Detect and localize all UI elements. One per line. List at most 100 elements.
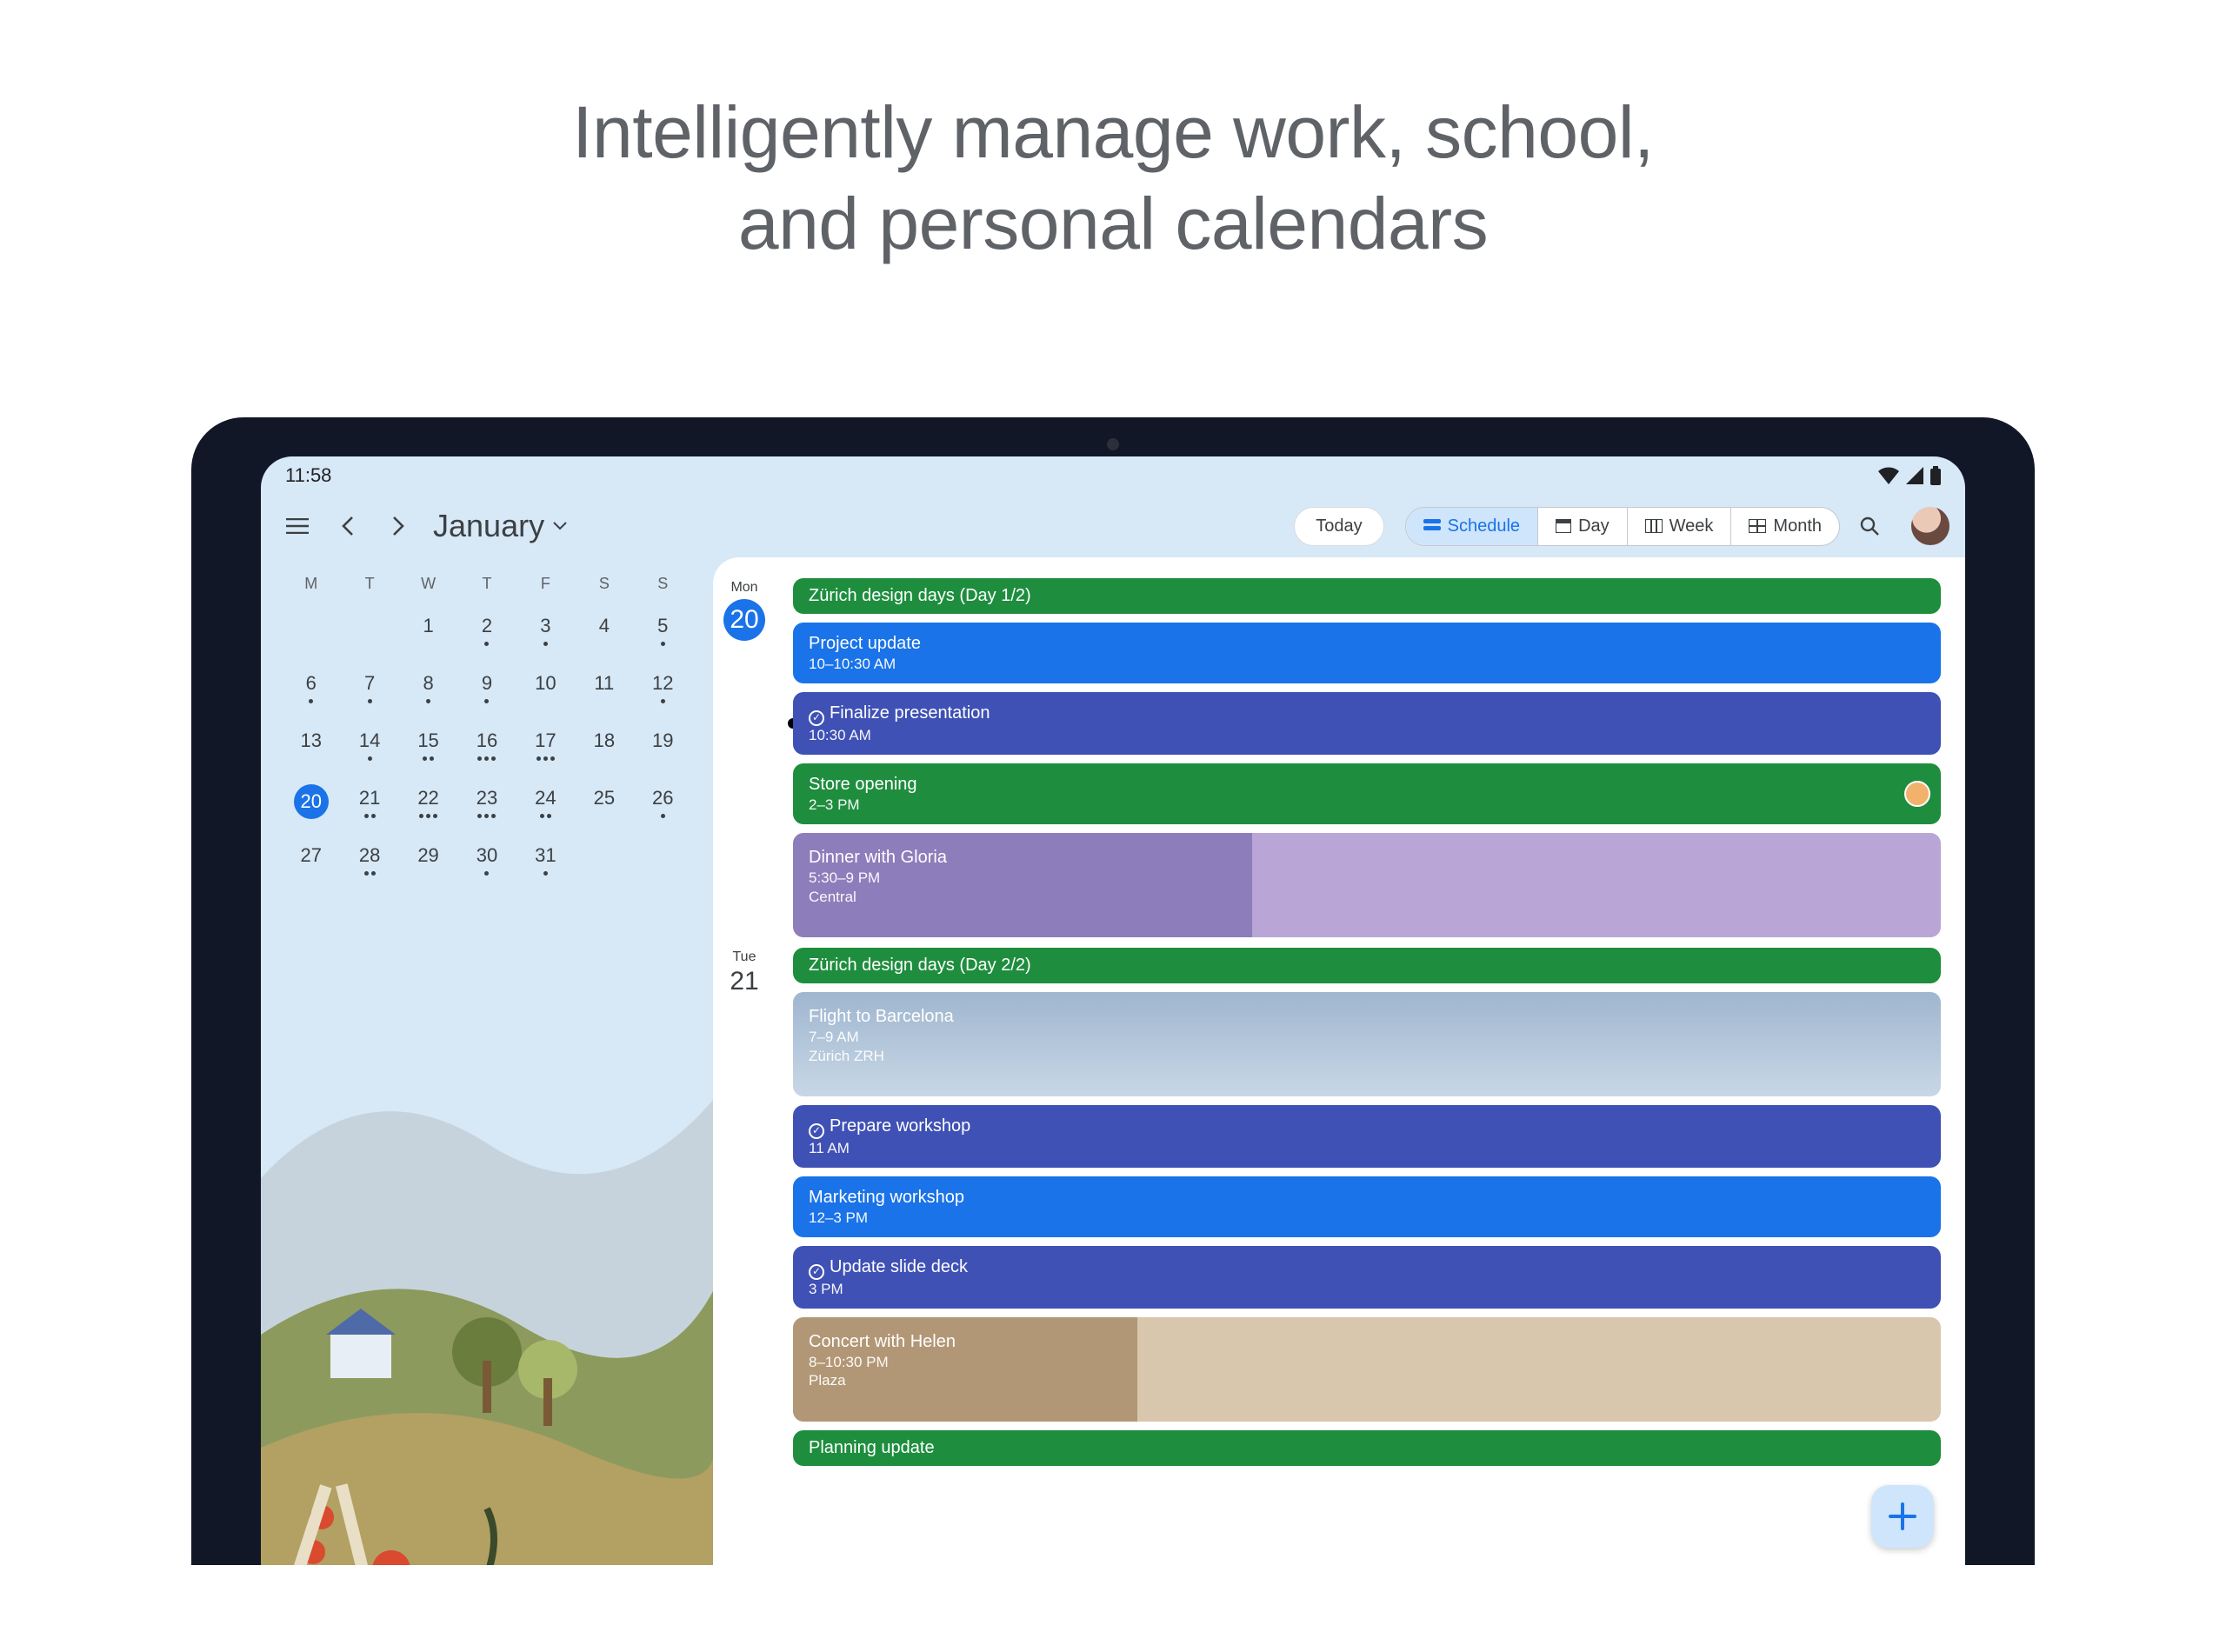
- event-card[interactable]: ✓Prepare workshop11 AM: [793, 1105, 1941, 1168]
- menu-button[interactable]: [277, 505, 318, 547]
- mini-calendar-day[interactable]: 7: [340, 669, 398, 708]
- mini-calendar-day[interactable]: 25: [575, 784, 633, 823]
- mini-calendar-day[interactable]: 2: [457, 612, 516, 650]
- view-week[interactable]: Week: [1627, 508, 1731, 545]
- mini-calendar-day[interactable]: 31: [517, 842, 575, 880]
- event-time: 10–10:30 AM: [809, 655, 1925, 673]
- month-selector[interactable]: January: [433, 508, 567, 544]
- event-card[interactable]: Dinner with Gloria5:30–9 PMCentral: [793, 833, 1941, 937]
- event-card[interactable]: Zürich design days (Day 1/2): [793, 578, 1941, 614]
- day-icon: [1556, 519, 1571, 533]
- mini-calendar-day-number: 26: [652, 784, 673, 812]
- mini-calendar-day[interactable]: 9: [457, 669, 516, 708]
- mini-calendar-day[interactable]: 4: [575, 612, 633, 650]
- event-card[interactable]: Project update10–10:30 AM: [793, 623, 1941, 683]
- mini-calendar-day-number: 21: [359, 784, 380, 812]
- mini-calendar-day[interactable]: 15: [399, 727, 457, 765]
- schedule-daynum: 20: [723, 599, 765, 641]
- mini-calendar-day[interactable]: 1: [399, 612, 457, 650]
- event-dots: [368, 699, 372, 703]
- mini-calendar-day-number: 6: [306, 669, 317, 697]
- caret-down-icon: [553, 522, 567, 530]
- mini-calendar-day-number: 23: [477, 784, 497, 812]
- mini-calendar-day[interactable]: 18: [575, 727, 633, 765]
- mini-calendar-day[interactable]: 8: [399, 669, 457, 708]
- mini-calendar-dow: W: [399, 575, 457, 593]
- mini-calendar-day[interactable]: 5: [634, 612, 692, 650]
- chevron-left-icon: [342, 516, 354, 536]
- mini-calendar-day-number: 13: [300, 727, 321, 755]
- mini-calendar-day[interactable]: 11: [575, 669, 633, 708]
- account-avatar[interactable]: [1911, 507, 1949, 545]
- mini-calendar-day[interactable]: 16: [457, 727, 516, 765]
- prev-button[interactable]: [327, 505, 369, 547]
- event-card[interactable]: Flight to Barcelona7–9 AMZürich ZRH: [793, 992, 1941, 1096]
- mini-calendar-dow: M: [282, 575, 340, 593]
- mini-calendar-day[interactable]: 10: [517, 669, 575, 708]
- schedule-icon: [1423, 519, 1441, 533]
- create-event-fab[interactable]: [1871, 1485, 1934, 1548]
- mini-calendar-day[interactable]: 19: [634, 727, 692, 765]
- mini-calendar-day[interactable]: 3: [517, 612, 575, 650]
- event-card[interactable]: ✓Update slide deck3 PM: [793, 1246, 1941, 1309]
- event-card[interactable]: ✓Finalize presentation10:30 AM: [793, 692, 1941, 755]
- event-time: 3 PM: [809, 1280, 1925, 1298]
- mini-calendar-day-number: 20: [294, 784, 329, 819]
- mini-calendar-day[interactable]: 13: [282, 727, 340, 765]
- mini-calendar-day[interactable]: 22: [399, 784, 457, 823]
- view-schedule[interactable]: Schedule: [1406, 508, 1537, 545]
- mini-calendar-day: [340, 612, 398, 650]
- mini-calendar-day-number: 4: [599, 612, 610, 640]
- view-month[interactable]: Month: [1730, 508, 1839, 545]
- mini-calendar-day[interactable]: 12: [634, 669, 692, 708]
- mini-calendar-day[interactable]: 6: [282, 669, 340, 708]
- battery-icon: [1930, 466, 1941, 485]
- today-button[interactable]: Today: [1294, 507, 1383, 546]
- event-title: Zürich design days (Day 2/2): [809, 955, 1925, 976]
- event-card[interactable]: Concert with Helen8–10:30 PMPlaza: [793, 1317, 1941, 1422]
- event-card[interactable]: Planning update: [793, 1430, 1941, 1466]
- search-button[interactable]: [1849, 505, 1890, 547]
- next-button[interactable]: [377, 505, 419, 547]
- schedule-day: Mon20 Zürich design days (Day 1/2) Project…: [713, 578, 1941, 937]
- mini-calendar-day[interactable]: 26: [634, 784, 692, 823]
- mini-calendar-day-number: 12: [652, 669, 673, 697]
- mini-calendar-day[interactable]: 23: [457, 784, 516, 823]
- event-card[interactable]: Store opening2–3 PM: [793, 763, 1941, 824]
- task-check-icon: ✓: [809, 1264, 824, 1280]
- mini-calendar-day[interactable]: 28: [340, 842, 398, 880]
- event-time: 8–10:30 PM: [809, 1353, 1925, 1371]
- event-card[interactable]: Zürich design days (Day 2/2): [793, 948, 1941, 983]
- event-card[interactable]: Marketing workshop12–3 PM: [793, 1176, 1941, 1237]
- event-dots: [540, 814, 551, 818]
- event-dots: [309, 699, 313, 703]
- view-week-label: Week: [1670, 516, 1714, 536]
- mini-calendar-day[interactable]: 17: [517, 727, 575, 765]
- event-title: Project update: [809, 633, 1925, 655]
- event-dots: [661, 699, 665, 703]
- schedule-day-label[interactable]: Tue21: [713, 948, 776, 1466]
- mini-calendar-day-number: 24: [535, 784, 556, 812]
- mini-calendar-day[interactable]: 24: [517, 784, 575, 823]
- mini-calendar-day[interactable]: 21: [340, 784, 398, 823]
- mini-calendar-day[interactable]: 29: [399, 842, 457, 880]
- attendee-avatar: [1904, 781, 1930, 807]
- status-icons: [1878, 466, 1941, 485]
- event-title: Store opening: [809, 774, 1925, 796]
- task-check-icon: ✓: [809, 710, 824, 726]
- screen: 11:58 January Today: [261, 456, 1965, 1565]
- schedule-day-label[interactable]: Mon20: [713, 578, 776, 937]
- event-dots: [484, 642, 489, 646]
- mini-calendar-day[interactable]: 27: [282, 842, 340, 880]
- event-title: Marketing workshop: [809, 1187, 1925, 1209]
- view-day[interactable]: Day: [1537, 508, 1627, 545]
- mini-calendar-day-number: 22: [417, 784, 438, 812]
- mini-calendar-day-number: 14: [359, 727, 380, 755]
- mini-calendar-day[interactable]: 14: [340, 727, 398, 765]
- mini-calendar: MTWTFSS123456789101112131415161718192021…: [261, 557, 713, 1565]
- app-bar: January Today Schedule Day Week: [261, 495, 1965, 557]
- event-dots: [484, 699, 489, 703]
- mini-calendar-day[interactable]: 30: [457, 842, 516, 880]
- mini-calendar-day[interactable]: 20: [282, 784, 340, 823]
- mini-calendar-day-number: 10: [535, 669, 556, 697]
